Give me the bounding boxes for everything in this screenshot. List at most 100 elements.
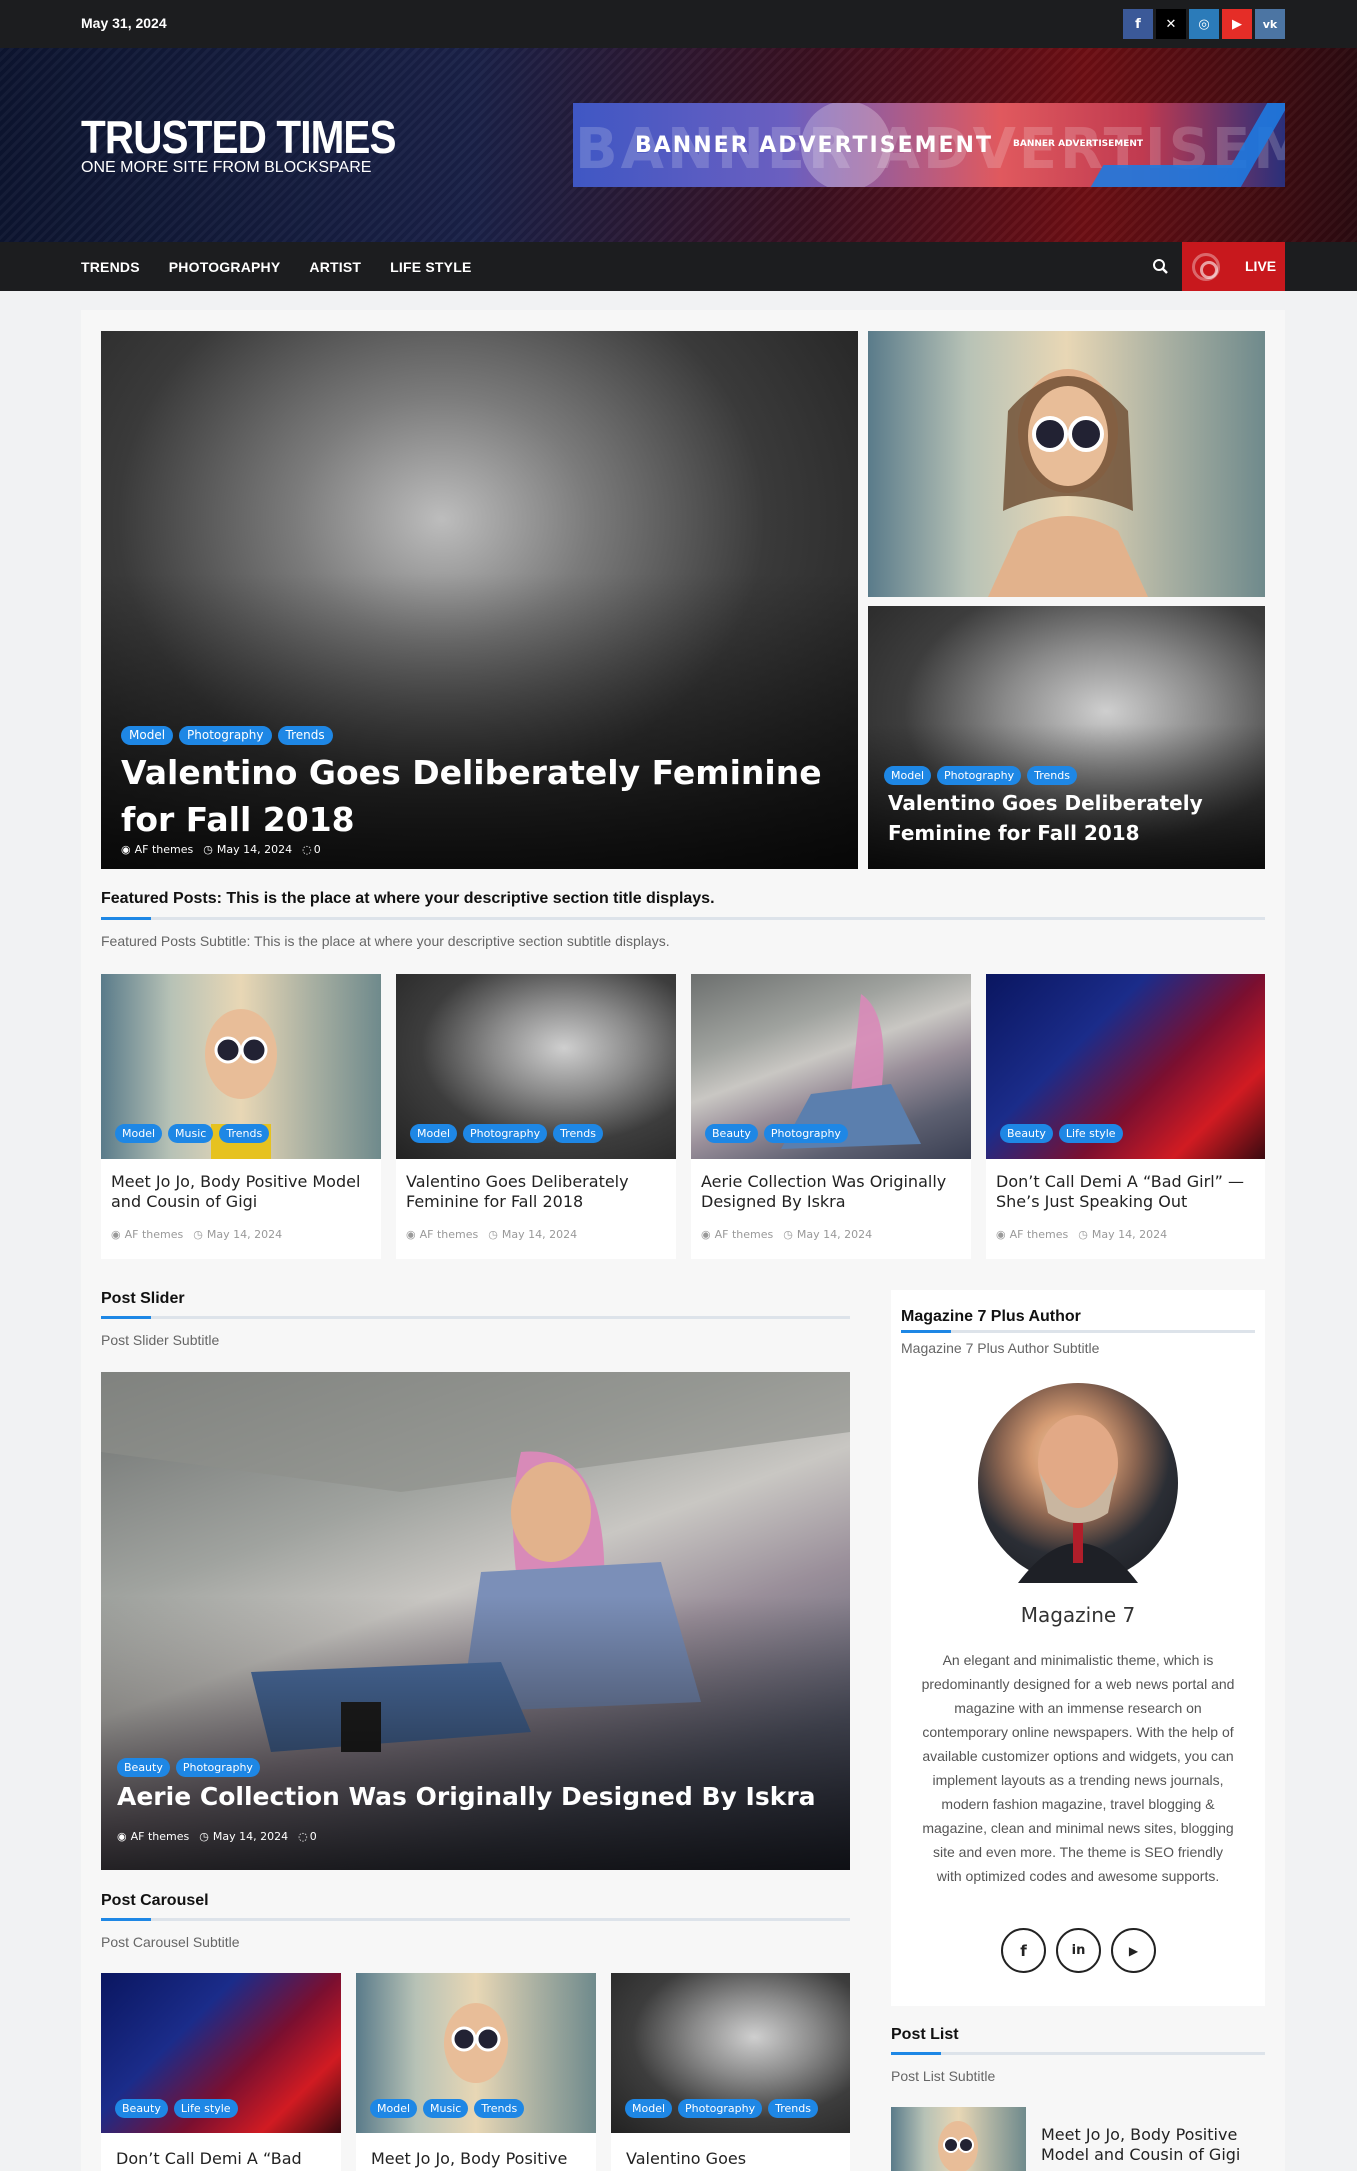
banner-advertisement[interactable]: BANNER ADVERTISEMENT BANNER ADVERTISEMEN… [573,103,1285,187]
search-icon[interactable] [1150,256,1172,278]
category-tag[interactable]: Trends [1027,766,1077,785]
linkedin-icon[interactable]: in [1056,1928,1101,1973]
carousel-item[interactable]: Model Music Trends Meet Jo Jo, Body Posi… [356,1973,596,2171]
nav-item-photography[interactable]: PHOTOGRAPHY [169,259,281,275]
post-date: May 14, 2024 [212,1830,289,1843]
card-title[interactable]: Meet Jo Jo, Body Positive [371,2149,567,2169]
site-title[interactable]: TRUSTED TIMES [81,110,397,164]
category-tag[interactable]: Beauty [705,1124,758,1143]
hero-main-title[interactable]: Valentino Goes Deliberately Feminine for… [121,749,841,843]
featured-card[interactable]: Model Music Trends Meet Jo Jo, Body Posi… [101,974,381,1259]
post-author[interactable]: AF themes [125,1228,184,1241]
hero-main-post[interactable]: Model Photography Trends Valentino Goes … [101,331,858,869]
youtube-icon[interactable]: ▶ [1222,9,1252,39]
clock-icon: ◷ [193,1228,203,1241]
post-slider-slide[interactable]: Beauty Photography Aerie Collection Was … [101,1372,850,1870]
category-tag[interactable]: Trends [553,1124,603,1143]
hero-side-bottom-post[interactable]: Model Photography Trends Valentino Goes … [868,606,1265,869]
category-tag[interactable]: Trends [474,2099,525,2118]
featured-card[interactable]: Beauty Photography Aerie Collection Was … [691,974,971,1259]
clock-icon: ◷ [203,843,213,856]
instagram-icon[interactable]: ◎ [1189,9,1219,39]
youtube-icon[interactable]: ▶ [1111,1928,1156,1973]
banner-text: BANNER ADVERTISEMENT [635,133,993,158]
card-title[interactable]: Valentino Goes Deliberately Feminine for… [406,1172,666,1212]
category-tag[interactable]: Trends [277,726,333,745]
carousel-item[interactable]: Model Photography Trends Valentino Goes [611,1973,850,2171]
category-tag[interactable]: Model [625,2099,673,2118]
category-tag[interactable]: Trends [219,1124,270,1143]
comment-count[interactable]: 0 [310,1830,317,1843]
featured-section-title: Featured Posts: This is the place at whe… [101,890,715,907]
slide-title[interactable]: Aerie Collection Was Originally Designed… [117,1777,837,1817]
post-author[interactable]: AF themes [1010,1228,1069,1241]
hero-main-tags: Model Photography Trends [121,726,333,745]
post-date: May 14, 2024 [501,1228,578,1241]
category-tag[interactable]: Photography [463,1124,548,1143]
clock-icon: ◷ [1078,1228,1088,1241]
hero-side-top-post[interactable] [868,331,1265,597]
category-tag[interactable]: Photography [678,2099,763,2118]
post-date: May 14, 2024 [206,1228,283,1241]
card-title[interactable]: Aerie Collection Was Originally Designed… [701,1172,961,1212]
post-list-thumbnail[interactable] [891,2107,1026,2171]
site-tagline: ONE MORE SITE FROM BLOCKSPARE [81,159,372,176]
author-icon: ◉ [406,1228,416,1241]
category-tag[interactable]: Beauty [115,2099,168,2118]
nav-item-life-style[interactable]: LIFE STYLE [390,259,471,275]
hero-main-meta: ◉ AF themes ◷ May 14, 2024 ◌ 0 [121,843,321,856]
comment-count[interactable]: 0 [314,843,321,856]
carousel-item[interactable]: Beauty Life style Don’t Call Demi A “Bad [101,1973,341,2171]
category-tag[interactable]: Model [884,766,932,785]
category-tag[interactable]: Model [121,726,174,745]
live-indicator-icon [1192,253,1220,281]
live-button[interactable]: LIVE [1182,242,1285,291]
category-tag[interactable]: Photography [175,1758,260,1777]
post-author[interactable]: AF themes [135,843,194,856]
category-tag[interactable]: Photography [179,726,272,745]
category-tag[interactable]: Music [168,1124,214,1143]
x-icon[interactable]: ✕ [1156,9,1186,39]
category-tag[interactable]: Model [410,1124,458,1143]
facebook-icon[interactable]: f [1001,1928,1046,1973]
category-tag[interactable]: Model [115,1124,163,1143]
post-carousel-title: Post Carousel [101,1892,209,1909]
author-widget: Magazine 7 Plus Author Magazine 7 Plus A… [891,1290,1265,2006]
comment-icon: ◌ [298,1830,308,1843]
post-author[interactable]: AF themes [715,1228,774,1241]
featured-card[interactable]: Model Photography Trends Valentino Goes … [396,974,676,1259]
author-description: An elegant and minimalistic theme, which… [921,1652,1235,1884]
comment-icon: ◌ [302,843,312,856]
category-tag[interactable]: Photography [763,1124,848,1143]
post-carousel-subtitle: Post Carousel Subtitle [101,1934,240,1950]
section-divider [101,917,1265,920]
card-title[interactable]: Meet Jo Jo, Body Positive Model and Cous… [111,1172,371,1212]
card-title[interactable]: Valentino Goes [626,2149,746,2169]
category-tag[interactable]: Life style [173,2099,238,2118]
category-tag[interactable]: Beauty [117,1758,170,1777]
card-title[interactable]: Don’t Call Demi A “Bad [116,2149,302,2169]
nav-item-trends[interactable]: TRENDS [81,259,140,275]
clock-icon: ◷ [488,1228,498,1241]
nav-item-artist[interactable]: ARTIST [309,259,361,275]
category-tag[interactable]: Life style [1058,1124,1123,1143]
author-widget-subtitle: Magazine 7 Plus Author Subtitle [901,1340,1100,1356]
category-tag[interactable]: Model [370,2099,418,2118]
category-tag[interactable]: Photography [937,766,1022,785]
featured-card[interactable]: Beauty Life style Don’t Call Demi A “Bad… [986,974,1265,1259]
post-author[interactable]: AF themes [131,1830,190,1843]
post-slider-title: Post Slider [101,1290,185,1307]
category-tag[interactable]: Music [423,2099,469,2118]
card-title[interactable]: Don’t Call Demi A “Bad Girl” — She’s Jus… [996,1172,1256,1212]
post-date: May 14, 2024 [796,1228,873,1241]
hero-side-title[interactable]: Valentino Goes Deliberately Feminine for… [888,788,1248,848]
author-icon: ◉ [121,843,131,856]
masthead: TRUSTED TIMES ONE MORE SITE FROM BLOCKSP… [0,48,1357,242]
author-social-links: f in ▶ [1001,1928,1156,1973]
category-tag[interactable]: Beauty [1000,1124,1053,1143]
facebook-icon[interactable]: f [1123,9,1153,39]
post-author[interactable]: AF themes [420,1228,479,1241]
post-list-item-title[interactable]: Meet Jo Jo, Body Positive Model and Cous… [1041,2125,1265,2165]
vk-icon[interactable]: vk [1255,9,1285,39]
category-tag[interactable]: Trends [768,2099,818,2118]
